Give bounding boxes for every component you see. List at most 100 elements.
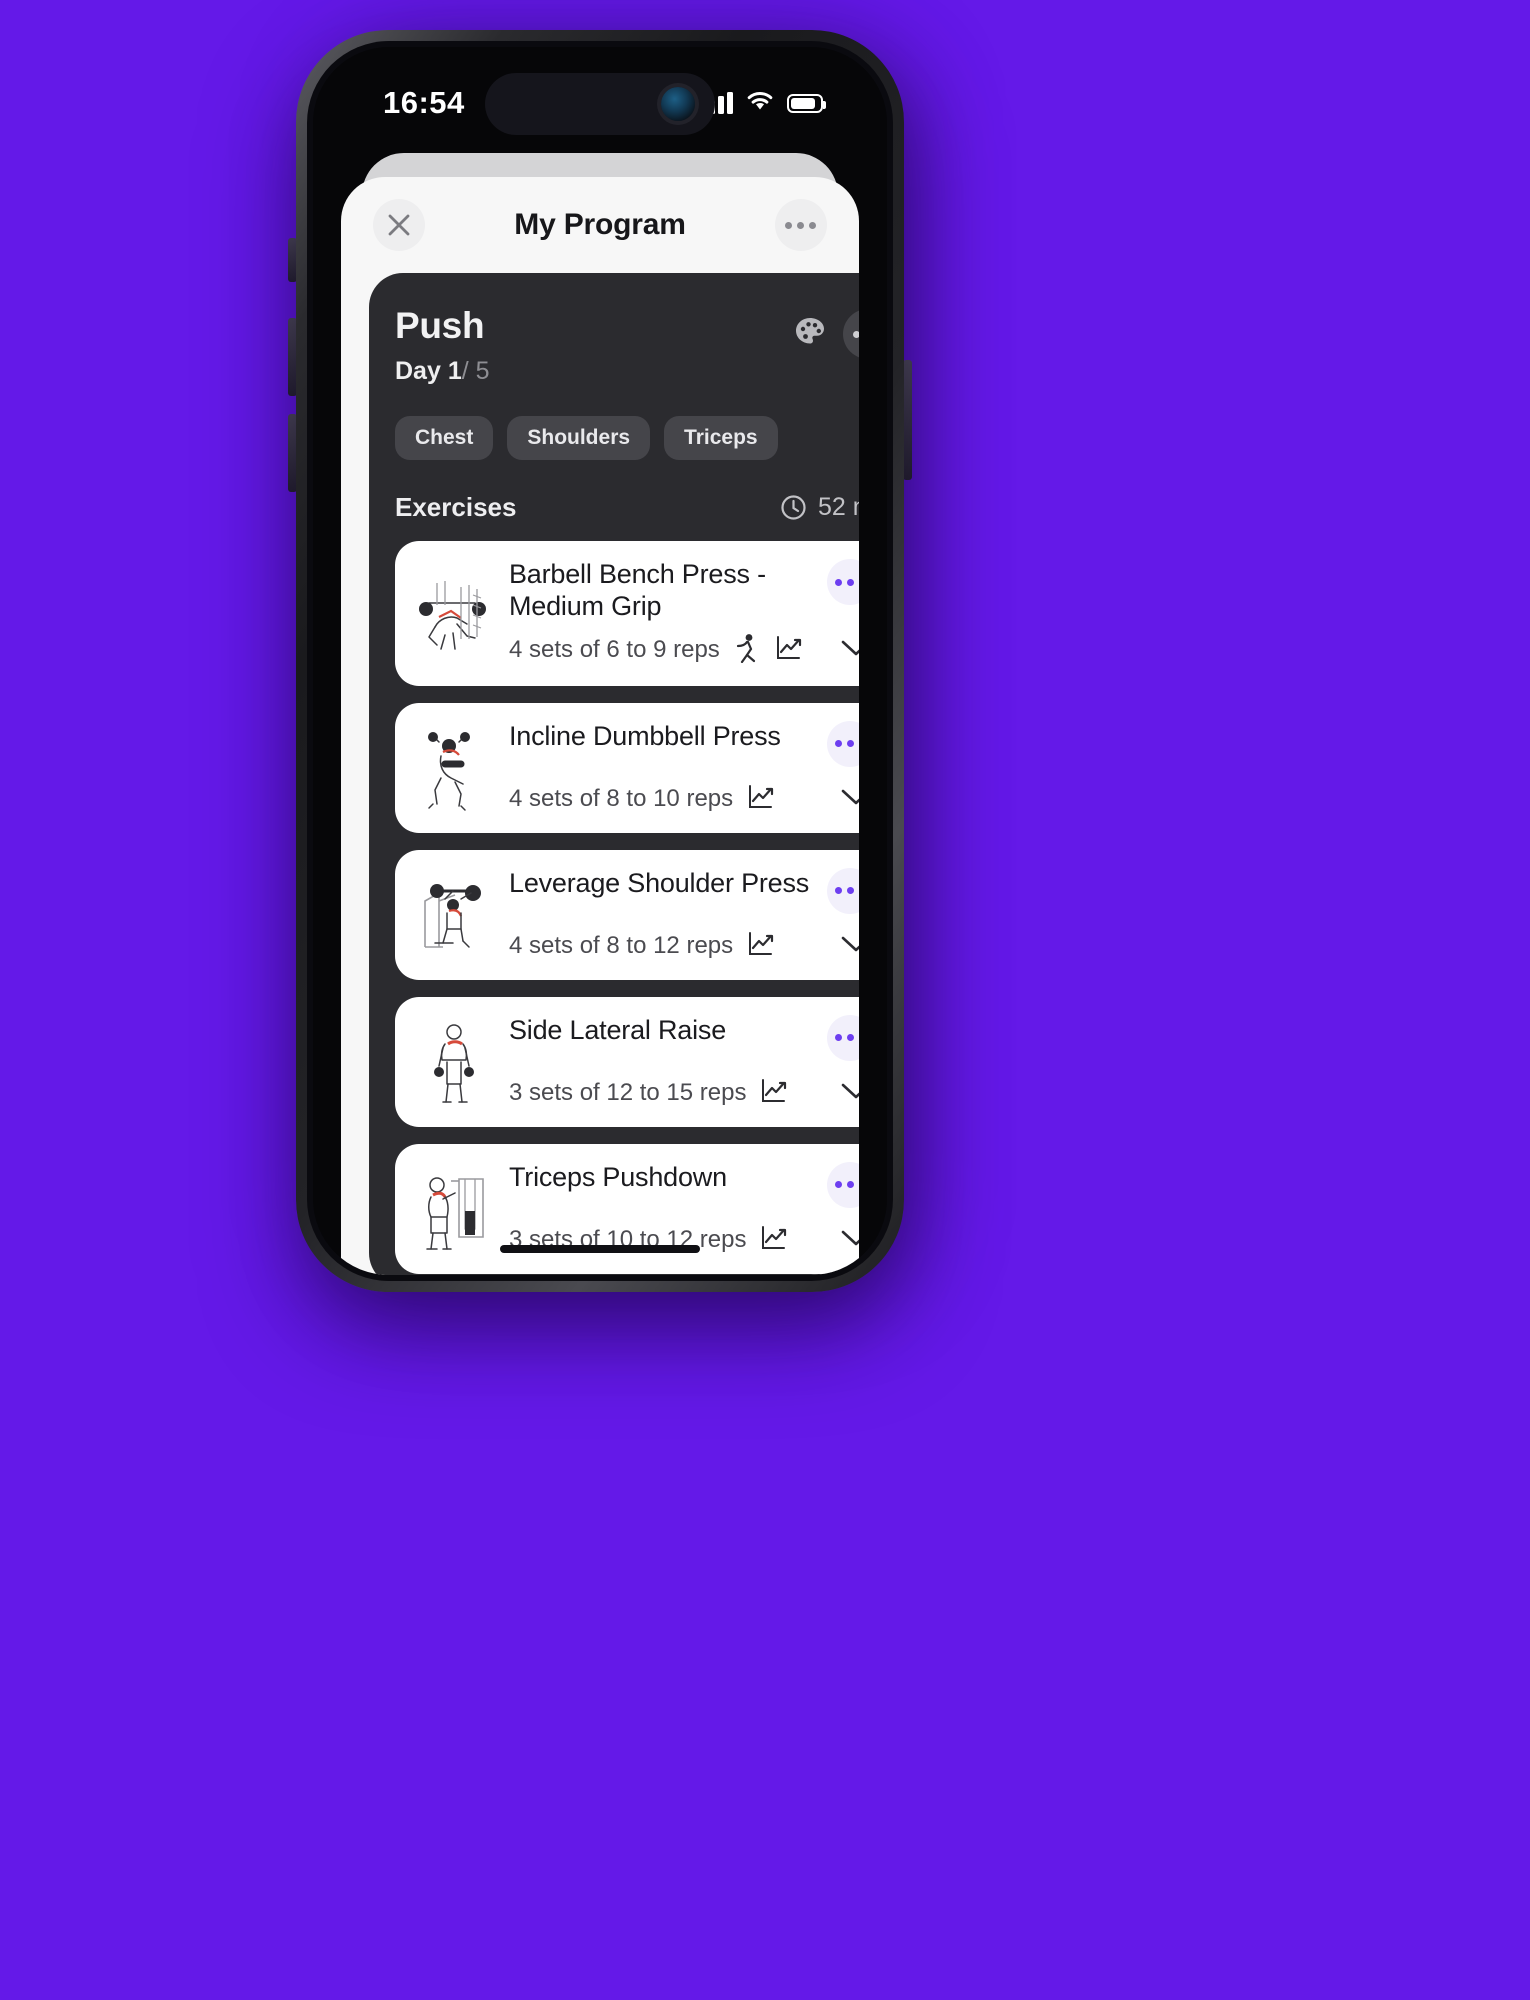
exercise-thumbnail <box>413 1162 495 1256</box>
exercises-header: Exercises 52 min <box>395 492 859 523</box>
exercise-sets-reps: 4 sets of 8 to 10 reps <box>509 785 734 813</box>
exercise-name: Side Lateral Raise <box>509 1014 727 1045</box>
expand-exercise-button[interactable] <box>839 1080 859 1107</box>
more-options-icon <box>852 330 859 338</box>
duration-text: 52 min <box>817 493 859 521</box>
close-button[interactable] <box>373 199 425 251</box>
more-options-icon <box>832 1034 859 1042</box>
clock-icon <box>781 495 806 520</box>
exercise-meta-row: 3 sets of 12 to 15 reps <box>509 1078 859 1109</box>
exercise-sets-reps: 4 sets of 8 to 12 reps <box>509 932 734 960</box>
exercise-card[interactable]: Triceps Pushdown 3 sets of 10 to 12 reps <box>395 1143 859 1274</box>
exercise-inline-icons <box>760 1078 790 1109</box>
phone-screen: 16:54 My Program Push Day 1/ 5 Chest Sho… <box>313 47 887 1275</box>
power-button[interactable] <box>903 360 912 480</box>
day-card-actions <box>791 309 859 359</box>
progress-chart-icon[interactable] <box>760 1225 790 1256</box>
day-card-header: Push Day 1/ 5 <box>395 305 859 386</box>
exercise-body: Incline Dumbbell Press 4 sets of 8 to 10… <box>509 720 859 815</box>
exercise-meta-row: 4 sets of 8 to 12 reps <box>509 931 859 962</box>
home-indicator <box>500 1245 700 1253</box>
exercise-inline-icons <box>747 931 777 962</box>
front-camera-icon <box>661 87 695 121</box>
exercise-title-row: Incline Dumbbell Press <box>509 720 859 767</box>
exercise-name: Leverage Shoulder Press <box>509 867 810 898</box>
expand-exercise-button[interactable] <box>839 637 859 664</box>
sheet-header: My Program <box>341 177 859 273</box>
exercise-thumbnail <box>413 721 495 815</box>
muscle-group-tags: Chest Shoulders Triceps <box>395 416 859 460</box>
exercise-more-button[interactable] <box>827 867 859 914</box>
exercise-sets-reps: 4 sets of 6 to 9 reps <box>509 636 720 664</box>
day-counter: Day 1/ 5 <box>395 357 490 386</box>
exercise-more-button[interactable] <box>827 720 859 767</box>
exercise-inline-icons <box>760 1225 790 1256</box>
exercises-heading: Exercises <box>395 492 517 522</box>
exercise-more-button[interactable] <box>827 1014 859 1061</box>
chevron-down-icon <box>841 640 859 656</box>
more-options-icon <box>832 578 859 586</box>
chevron-down-icon <box>841 936 859 952</box>
exercise-card[interactable]: Barbell Bench Press - Medium Grip 4 sets… <box>395 541 859 686</box>
exercise-meta-row: 4 sets of 8 to 10 reps <box>509 784 859 815</box>
status-indicators <box>700 90 826 116</box>
day-separator: / <box>461 357 469 385</box>
muscle-tag: Triceps <box>664 416 778 460</box>
exercise-card[interactable]: Side Lateral Raise 3 sets of 12 to 15 re… <box>395 996 859 1127</box>
more-options-icon <box>785 221 817 229</box>
phone-bezel: 16:54 My Program Push Day 1/ 5 Chest Sho… <box>307 41 893 1281</box>
exercise-more-button[interactable] <box>827 559 859 605</box>
exercise-card[interactable]: Leverage Shoulder Press 4 sets of 8 to 1… <box>395 849 859 980</box>
day-label: Day <box>395 357 441 385</box>
exercise-sets-reps: 3 sets of 12 to 15 reps <box>509 1079 747 1107</box>
progress-chart-icon[interactable] <box>747 931 777 962</box>
more-options-icon <box>832 887 859 895</box>
more-options-icon <box>832 740 859 748</box>
dynamic-island <box>485 73 715 135</box>
header-more-button[interactable] <box>774 199 827 251</box>
progress-chart-icon[interactable] <box>775 635 805 666</box>
close-icon <box>388 214 410 236</box>
chevron-down-icon <box>841 789 859 805</box>
exercise-inline-icons <box>734 633 805 668</box>
exercise-inline-icons <box>747 784 777 815</box>
chevron-down-icon <box>841 1230 859 1246</box>
exercise-title-row: Barbell Bench Press - Medium Grip <box>509 559 859 623</box>
progress-chart-icon[interactable] <box>760 1078 790 1109</box>
chevron-down-icon <box>841 1083 859 1099</box>
exercise-body: Barbell Bench Press - Medium Grip 4 sets… <box>509 559 859 668</box>
day-more-button[interactable] <box>843 309 859 359</box>
exercise-thumbnail <box>413 1015 495 1109</box>
exercise-title-row: Leverage Shoulder Press <box>509 867 859 914</box>
day-number: 1 <box>447 357 462 385</box>
palette-button[interactable] <box>791 313 829 356</box>
exercise-title-row: Side Lateral Raise <box>509 1014 859 1061</box>
expand-exercise-button[interactable] <box>839 1227 859 1254</box>
exercise-name: Incline Dumbbell Press <box>509 720 781 751</box>
day-name: Push <box>395 305 485 346</box>
day-card-push: Push Day 1/ 5 Chest Shoulders Triceps Ex… <box>369 273 859 1275</box>
exercise-body: Side Lateral Raise 3 sets of 12 to 15 re… <box>509 1014 859 1109</box>
status-time: 16:54 <box>383 85 465 120</box>
day-card-carousel[interactable]: Push Day 1/ 5 Chest Shoulders Triceps Ex… <box>341 273 859 1275</box>
progress-chart-icon[interactable] <box>747 784 777 815</box>
warmup-stretch-icon[interactable] <box>734 633 761 668</box>
more-options-icon <box>832 1181 859 1189</box>
exercise-name: Barbell Bench Press - Medium Grip <box>509 559 766 621</box>
exercise-body: Triceps Pushdown 3 sets of 10 to 12 reps <box>509 1161 859 1256</box>
expand-exercise-button[interactable] <box>839 786 859 813</box>
battery-icon <box>787 93 826 113</box>
expand-exercise-button[interactable] <box>839 933 859 960</box>
exercise-name: Triceps Pushdown <box>509 1161 727 1192</box>
exercise-body: Leverage Shoulder Press 4 sets of 8 to 1… <box>509 867 859 962</box>
exercise-card[interactable]: Incline Dumbbell Press 4 sets of 8 to 10… <box>395 702 859 833</box>
palette-icon <box>796 317 824 343</box>
modal-sheet: My Program Push Day 1/ 5 Chest Shoulders… <box>341 177 859 1275</box>
exercise-list: Barbell Bench Press - Medium Grip 4 sets… <box>395 541 859 1274</box>
page-title: My Program <box>514 208 686 241</box>
phone-frame: 16:54 My Program Push Day 1/ 5 Chest Sho… <box>296 30 904 1292</box>
exercise-more-button[interactable] <box>827 1161 859 1208</box>
wifi-icon <box>746 90 774 116</box>
muscle-tag: Chest <box>395 416 494 460</box>
duration-display: 52 min <box>780 493 859 522</box>
